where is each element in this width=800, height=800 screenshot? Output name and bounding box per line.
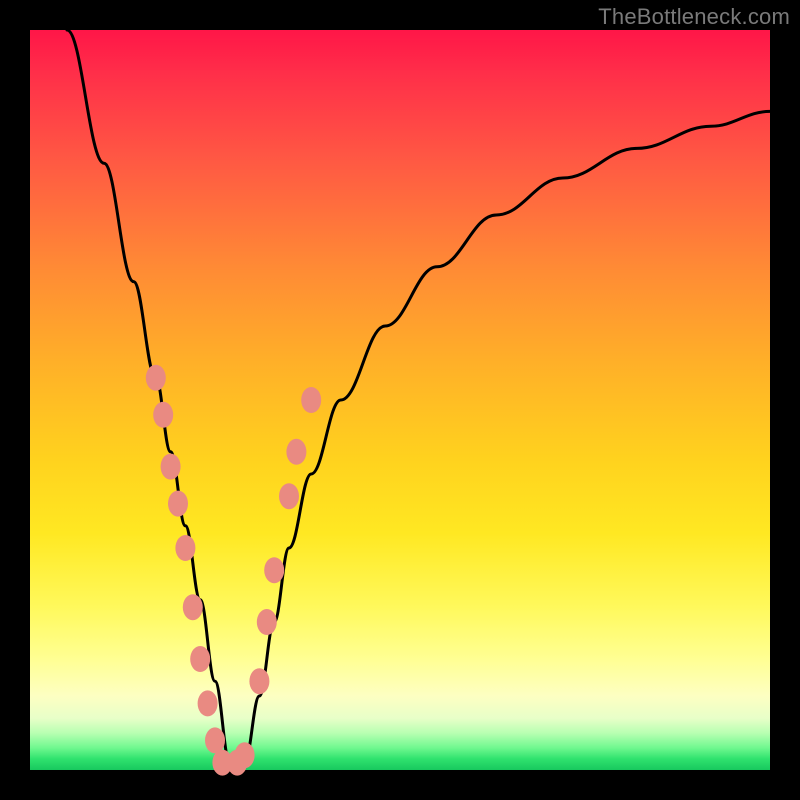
curve-path (67, 30, 770, 763)
balance-marker (205, 727, 225, 753)
watermark-text: TheBottleneck.com (598, 4, 790, 30)
bottleneck-curve-line (67, 30, 770, 763)
balance-marker (249, 668, 269, 694)
balance-marker (264, 557, 284, 583)
balance-marker (198, 690, 218, 716)
balance-marker (279, 483, 299, 509)
curve-svg (30, 30, 770, 770)
chart-frame: TheBottleneck.com (0, 0, 800, 800)
balance-marker (183, 594, 203, 620)
balance-marker (286, 439, 306, 465)
balance-marker (168, 491, 188, 517)
balance-marker (257, 609, 277, 635)
balance-region-markers (146, 365, 321, 776)
balance-marker (175, 535, 195, 561)
plot-area (30, 30, 770, 770)
balance-marker (146, 365, 166, 391)
balance-marker (190, 646, 210, 672)
balance-marker (301, 387, 321, 413)
balance-marker (153, 402, 173, 428)
balance-marker (161, 454, 181, 480)
balance-marker (235, 742, 255, 768)
